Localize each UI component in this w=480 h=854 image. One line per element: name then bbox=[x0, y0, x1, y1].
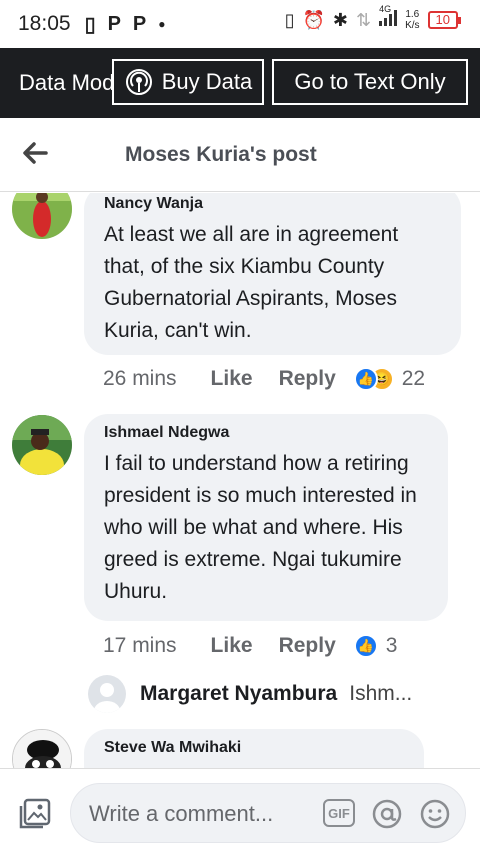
reply-preview[interactable]: Margaret Nyambura Ishm... bbox=[88, 675, 412, 713]
alarm-icon: ⏰ bbox=[302, 9, 325, 30]
default-avatar-icon bbox=[88, 675, 126, 713]
status-right-icons: ▯ ⏰ ✱ ⇅ 4G 1.6 K/s 10 bbox=[284, 4, 462, 31]
like-button[interactable]: Like bbox=[211, 367, 253, 391]
comment-time[interactable]: 17 mins bbox=[103, 634, 177, 658]
like-reaction-icon: 👍 bbox=[353, 634, 378, 658]
reply-button[interactable]: Reply bbox=[279, 634, 336, 658]
comment-author[interactable]: Ishmael Ndegwa bbox=[104, 424, 428, 442]
vibrate-icon: ▯ bbox=[284, 9, 295, 30]
buy-data-label: Buy Data bbox=[161, 69, 253, 94]
avatar[interactable] bbox=[12, 193, 72, 239]
comment-author[interactable]: Steve Wa Mwihaki bbox=[104, 739, 404, 757]
comments-list[interactable]: Nancy Wanja At least we all are in agree… bbox=[0, 193, 480, 768]
data-mode-label: Data Mode bbox=[19, 70, 127, 95]
more-notifications-dot-icon: ● bbox=[158, 17, 166, 31]
comment-author[interactable]: Nancy Wanja bbox=[104, 195, 441, 213]
text-only-label: Go to Text Only bbox=[294, 69, 446, 94]
reaction-count: 22 bbox=[401, 367, 426, 390]
broadcast-icon bbox=[125, 69, 152, 95]
photo-icon[interactable] bbox=[18, 797, 52, 831]
reply-button[interactable]: Reply bbox=[279, 367, 336, 391]
app-notification-icon-2: P bbox=[132, 12, 147, 35]
reply-snippet: Ishm... bbox=[349, 682, 413, 705]
reaction-count: 3 bbox=[385, 634, 398, 657]
comment-actions: 26 mins Like Reply 👍 😆 22 bbox=[103, 367, 425, 391]
emoji-icon[interactable] bbox=[419, 798, 451, 830]
comment-actions: 17 mins Like Reply 👍 3 bbox=[103, 634, 397, 658]
like-reaction-icon: 👍 bbox=[353, 367, 378, 391]
status-time: 18:05 bbox=[18, 12, 71, 35]
page-title: Moses Kuria's post bbox=[125, 143, 317, 166]
comment-input[interactable]: Write a comment... GIF bbox=[70, 783, 466, 843]
avatar[interactable] bbox=[12, 729, 72, 768]
gif-button[interactable]: GIF bbox=[323, 799, 355, 827]
comment-text: I fail to understand how a retiring pres… bbox=[104, 452, 417, 603]
like-button[interactable]: Like bbox=[211, 634, 253, 658]
text-only-button[interactable]: Go to Text Only bbox=[272, 59, 468, 105]
comment-bubble[interactable]: Steve Wa Mwihaki bbox=[84, 729, 424, 768]
phone-outline-icon: ▯ bbox=[84, 13, 96, 36]
bluetooth-icon: ✱ bbox=[332, 9, 348, 30]
reply-author[interactable]: Margaret Nyambura bbox=[140, 682, 337, 706]
post-header: Moses Kuria's post bbox=[0, 118, 480, 192]
data-mode-banner: Data Mode Buy Data Go to Text Only bbox=[0, 48, 480, 118]
comment-bubble[interactable]: Ishmael Ndegwa I fail to understand how … bbox=[84, 414, 448, 621]
back-arrow-icon[interactable] bbox=[20, 138, 50, 168]
network-type: 4G bbox=[379, 3, 392, 14]
mention-icon[interactable] bbox=[371, 798, 403, 830]
network-speed: 1.6 K/s bbox=[405, 9, 420, 31]
avatar[interactable] bbox=[12, 415, 72, 475]
comment-composer: Write a comment... GIF bbox=[0, 768, 480, 854]
status-bar: 18:05 ▯ P P ● ▯ ⏰ ✱ ⇅ 4G 1.6 K/s 10 bbox=[0, 0, 480, 48]
comment-placeholder: Write a comment... bbox=[89, 801, 274, 826]
app-notification-icon: P bbox=[107, 12, 121, 35]
reaction-summary[interactable]: 👍 3 bbox=[353, 634, 398, 658]
buy-data-button[interactable]: Buy Data bbox=[112, 59, 264, 105]
comment-bubble[interactable]: Nancy Wanja At least we all are in agree… bbox=[84, 193, 461, 355]
comment-time[interactable]: 26 mins bbox=[103, 367, 177, 391]
reaction-summary[interactable]: 👍 😆 22 bbox=[353, 367, 426, 391]
comment-text: At least we all are in agreement that, o… bbox=[104, 223, 399, 342]
signal-icon: 4G bbox=[379, 4, 398, 31]
data-arrows-icon: ⇅ bbox=[355, 9, 372, 30]
battery-icon: 10 bbox=[427, 11, 462, 29]
